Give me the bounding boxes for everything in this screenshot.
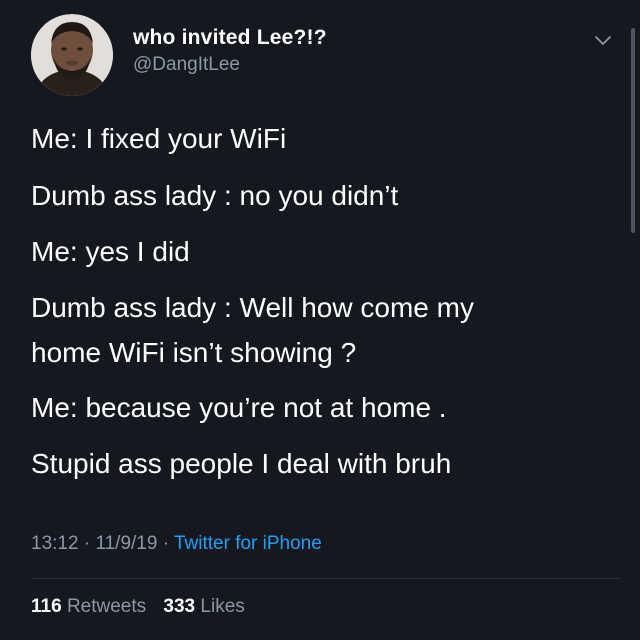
tweet-line: Dumb ass lady : no you didn’t: [31, 180, 399, 211]
retweets-label[interactable]: Retweets: [67, 596, 146, 617]
avatar[interactable]: [31, 14, 113, 96]
tweet-meta: 13:12 · 11/9/19 · Twitter for iPhone: [31, 533, 322, 555]
likes-count[interactable]: 333: [163, 596, 195, 617]
tweet-card: who invited Lee?!? @DangItLee Me: I fixe…: [0, 0, 640, 640]
display-name[interactable]: who invited Lee?!?: [133, 26, 327, 50]
tweet-line: Me: I fixed your WiFi: [31, 123, 287, 154]
retweets-count[interactable]: 116: [31, 596, 62, 617]
tweet-line: Stupid ass people I deal with bruh: [31, 448, 452, 479]
avatar-image: [31, 14, 113, 96]
tweet-line: Dumb ass lady : Well how come my: [31, 292, 474, 323]
user-handle[interactable]: @DangItLee: [133, 54, 240, 76]
tweet-line: Me: yes I did: [31, 236, 190, 267]
meta-separator: ·: [78, 533, 96, 554]
tweet-stats: 116 Retweets 333 Likes: [31, 596, 245, 618]
tweet-source-link[interactable]: Twitter for iPhone: [174, 533, 322, 554]
tweet-line: Me: because you’re not at home .: [31, 392, 447, 423]
divider: [31, 578, 621, 579]
tweet-line: home WiFi isn’t showing ?: [31, 337, 357, 368]
likes-label[interactable]: Likes: [200, 596, 244, 617]
scrollbar[interactable]: [631, 28, 635, 233]
meta-separator: ·: [157, 533, 174, 554]
chevron-down-icon[interactable]: [594, 34, 612, 48]
tweet-time: 13:12: [31, 533, 79, 554]
tweet-date: 11/9/19: [95, 533, 158, 554]
